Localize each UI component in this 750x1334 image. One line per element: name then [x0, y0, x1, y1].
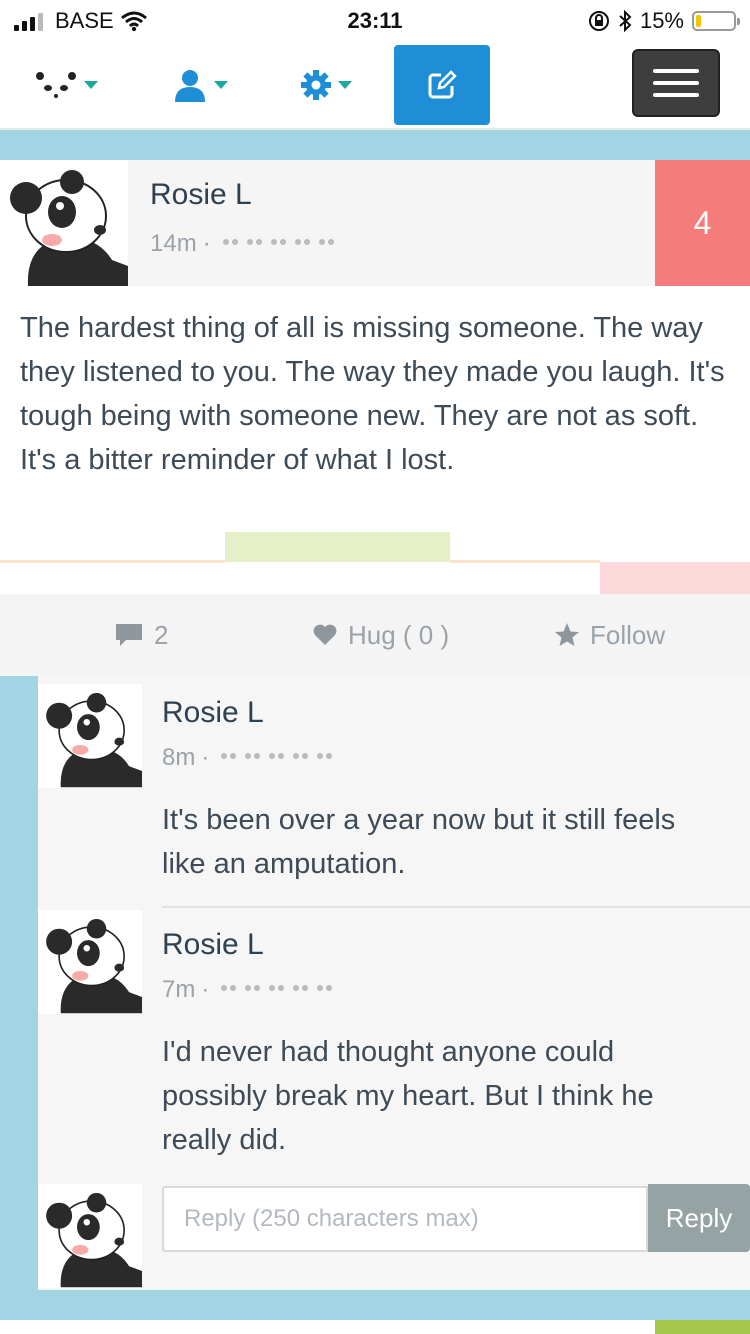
mood-bar: [0, 532, 750, 594]
compose-button[interactable]: [394, 45, 490, 125]
comment-text: It's been over a year now but it still f…: [162, 804, 676, 880]
comment-meta: 7m ·: [162, 976, 335, 1004]
post-top-band: [0, 130, 750, 160]
post-body: The hardest thing of all is missing some…: [20, 312, 725, 476]
compose-icon: [428, 70, 457, 99]
chevron-down-icon: [84, 81, 98, 89]
meta-separator: ·: [202, 230, 211, 257]
panda-menu[interactable]: [30, 50, 102, 120]
heart-icon: [313, 624, 337, 645]
status-bar: BASE 23:11 15%: [0, 0, 750, 40]
post-actions: 2 Hug ( 0 ) Follow: [0, 594, 750, 676]
post-bottom-band: [0, 1290, 750, 1320]
chevron-down-icon: [338, 81, 352, 89]
battery-percent: 15%: [639, 8, 684, 33]
user-menu[interactable]: [164, 50, 236, 120]
next-post-header: [0, 1320, 750, 1334]
comment-time: 7m: [162, 976, 196, 1003]
top-navigation: [0, 40, 750, 130]
follow-button[interactable]: Follow: [554, 594, 665, 676]
comments-count: 2: [154, 619, 169, 650]
paw-rating-icon: [219, 983, 335, 997]
gear-icon: [301, 70, 331, 100]
mood-segment: [225, 532, 450, 562]
battery-icon: [692, 11, 740, 31]
orientation-lock-icon: [588, 11, 609, 31]
next-post-count-badge: [655, 1320, 750, 1334]
comments-button[interactable]: 2: [114, 594, 168, 676]
post-author[interactable]: Rosie L: [150, 178, 252, 212]
meta-separator: ·: [201, 976, 210, 1003]
avatar: [38, 1184, 142, 1288]
comment-meta: 8m ·: [162, 744, 335, 772]
bluetooth-icon: [619, 10, 632, 32]
follow-label: Follow: [590, 619, 666, 650]
comment-text: I'd never had thought anyone could possi…: [162, 1036, 654, 1156]
post-time: 14m: [150, 230, 197, 257]
hug-label: Hug ( 0 ): [348, 619, 450, 650]
panda-avatar-icon: [10, 170, 129, 286]
panda-avatar-icon: [46, 692, 142, 788]
comment-author[interactable]: Rosie L: [162, 696, 264, 730]
settings-menu[interactable]: [294, 50, 358, 120]
hamburger-menu-button[interactable]: [632, 49, 720, 117]
comment-divider: [162, 906, 750, 908]
paw-rating-icon: [221, 237, 337, 251]
comment-time: 8m: [162, 744, 196, 771]
comment-icon: [116, 624, 142, 646]
mood-segment: [0, 560, 225, 563]
comments-section: Rosie L 8m · It's been over a year now b…: [0, 676, 750, 1290]
user-icon: [175, 70, 205, 102]
paw-rating-icon: [219, 751, 335, 765]
panda-avatar-icon: [46, 1192, 142, 1288]
reply-input[interactable]: [162, 1186, 648, 1252]
post-meta: 14m ·: [150, 230, 337, 258]
avatar[interactable]: [38, 910, 142, 1014]
avatar[interactable]: [38, 684, 142, 788]
reply-button[interactable]: Reply: [648, 1184, 750, 1252]
post-header: Rosie L 14m · 4: [0, 160, 750, 286]
meta-separator: ·: [201, 744, 210, 771]
star-icon: [555, 623, 579, 646]
post-count-badge: 4: [655, 160, 750, 286]
avatar[interactable]: [0, 160, 129, 286]
panda-avatar-icon: [46, 918, 142, 1014]
hug-button[interactable]: Hug ( 0 ): [312, 594, 449, 676]
chevron-down-icon: [214, 81, 228, 89]
mood-segment: [600, 562, 750, 594]
comment-author[interactable]: Rosie L: [162, 928, 264, 962]
panda-icon: [36, 72, 76, 98]
mood-segment: [450, 560, 600, 563]
